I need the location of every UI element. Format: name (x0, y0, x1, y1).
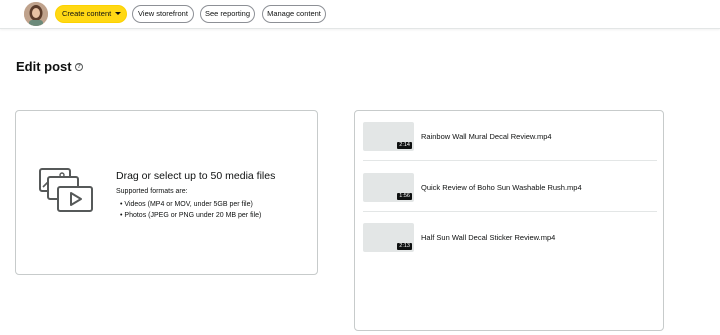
list-item: Photos (JPEG or PNG under 20 MB per file… (120, 210, 261, 221)
create-content-button[interactable]: Create content (55, 5, 127, 23)
media-upload-dropzone[interactable]: Drag or select up to 50 media files Supp… (15, 110, 318, 275)
list-item: Videos (MP4 or MOV, under 5GB per file) (120, 199, 261, 210)
video-thumbnail: 2:14 (363, 122, 414, 151)
media-file-name: Quick Review of Boho Sun Washable Rush.m… (421, 183, 582, 192)
media-upload-icon (39, 168, 93, 212)
media-list-panel: 2:14 Rainbow Wall Mural Decal Review.mp4… (354, 110, 664, 331)
duration-badge: 1:56 (397, 193, 412, 200)
top-navigation-bar: Create content View storefront See repor… (0, 0, 720, 29)
supported-formats-label: Supported formats are: (116, 188, 188, 195)
media-file-name: Rainbow Wall Mural Decal Review.mp4 (421, 132, 552, 141)
media-list-item[interactable]: 2:14 Rainbow Wall Mural Decal Review.mp4 (363, 111, 657, 161)
media-file-name: Half Sun Wall Decal Sticker Review.mp4 (421, 233, 556, 242)
supported-formats-list: Videos (MP4 or MOV, under 5GB per file) … (120, 199, 261, 221)
media-list-item[interactable]: 2:13 Half Sun Wall Decal Sticker Review.… (363, 212, 657, 262)
see-reporting-button[interactable]: See reporting (200, 5, 255, 23)
help-icon[interactable]: ? (75, 63, 83, 71)
create-content-label: Create content (62, 9, 112, 18)
duration-badge: 2:13 (397, 243, 412, 250)
duration-badge: 2:14 (397, 142, 412, 149)
chevron-down-icon[interactable] (115, 12, 121, 15)
video-thumbnail: 1:56 (363, 173, 414, 202)
video-thumbnail: 2:13 (363, 223, 414, 252)
avatar[interactable] (24, 2, 48, 26)
page-title: Edit post (16, 59, 72, 74)
upload-heading: Drag or select up to 50 media files (116, 170, 276, 182)
manage-content-button[interactable]: Manage content (262, 5, 326, 23)
view-storefront-button[interactable]: View storefront (132, 5, 194, 23)
media-list-item[interactable]: 1:56 Quick Review of Boho Sun Washable R… (363, 162, 657, 212)
